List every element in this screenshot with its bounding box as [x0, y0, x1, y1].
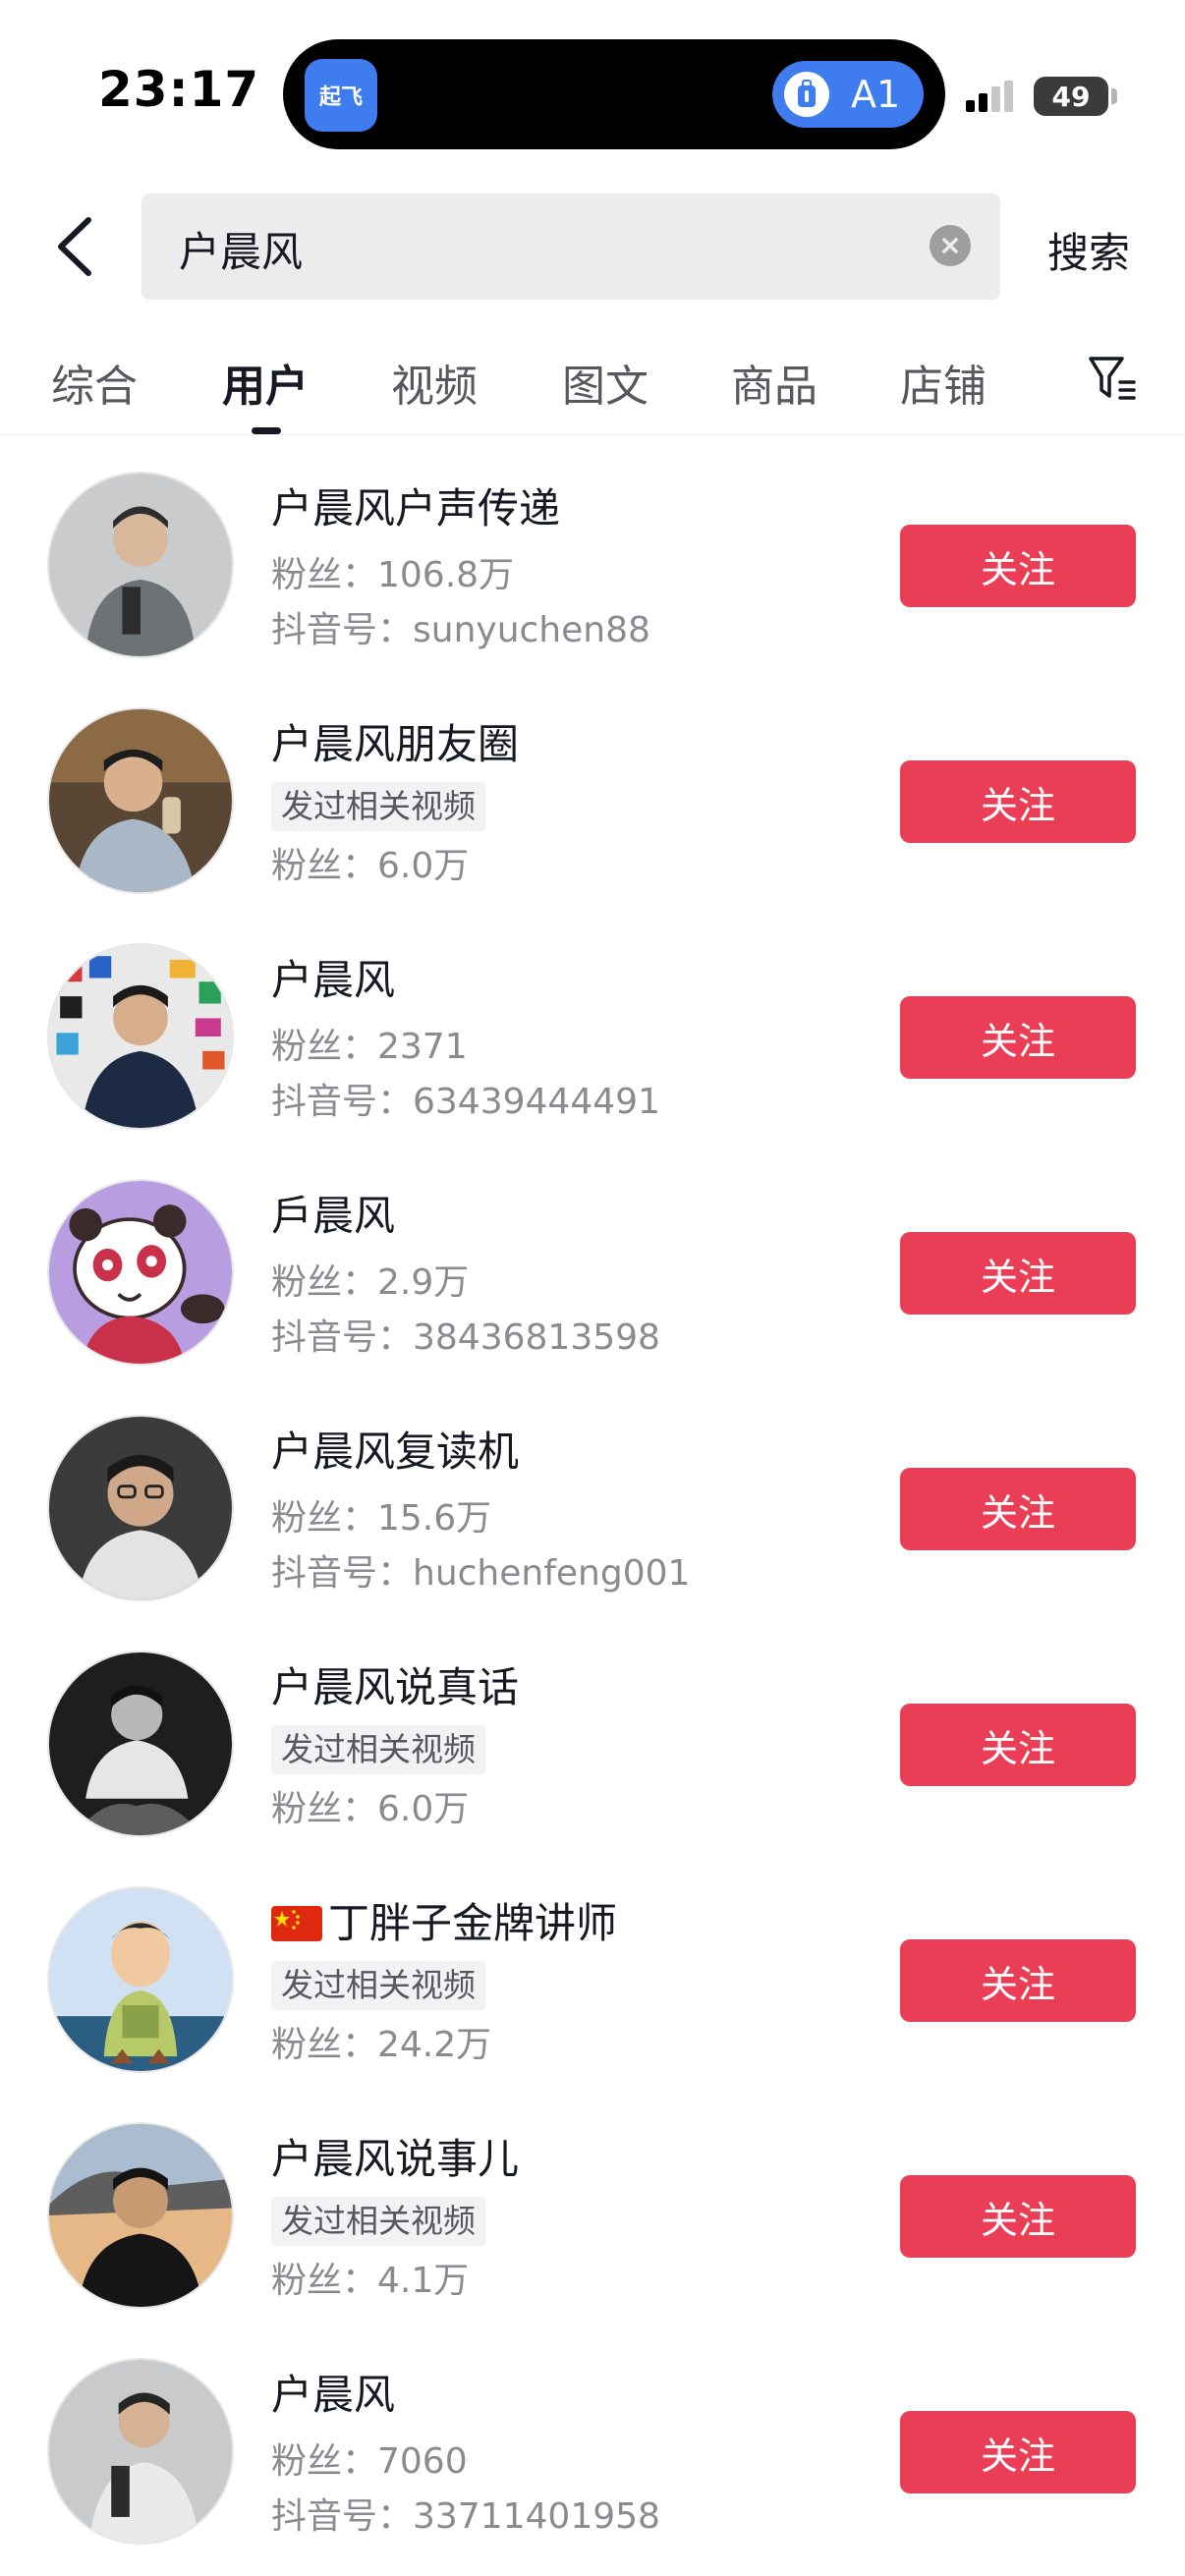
related-video-badge: 发过相关视频: [271, 2197, 485, 2246]
tabs-divider: [0, 434, 1185, 435]
user-douyin-id: 抖音号：sunyuchen88: [271, 610, 650, 650]
tab-videos[interactable]: 视频: [391, 351, 478, 414]
user-name: 户晨风朋友圈: [271, 720, 520, 768]
tab-image-text[interactable]: 图文: [562, 351, 649, 414]
search-query-text[interactable]: 户晨风: [179, 219, 303, 279]
status-bar: 23:17 起飞 A1 49: [0, 0, 1185, 187]
user-avatar[interactable]: [47, 472, 234, 658]
user-result-row[interactable]: 户晨风说事儿 发过相关视频 粉丝：4.1万 关注: [0, 2122, 1185, 2357]
tab-users[interactable]: 用户: [222, 351, 309, 414]
back-button[interactable]: [45, 202, 104, 291]
result-type-tabs: 综合 用户 视频 图文 商品 店铺: [0, 339, 1185, 437]
user-result-row[interactable]: 户晨风 粉丝：7060 抖音号：33711401958 关注: [0, 2358, 1185, 2576]
user-name: 户晨风复读机: [271, 1428, 520, 1476]
user-douyin-id: 抖音号：33711401958: [271, 2496, 660, 2537]
user-name: 户晨风: [271, 2371, 396, 2419]
battery-indicator: 49: [1034, 77, 1108, 116]
search-submit-button[interactable]: 搜索: [1047, 220, 1130, 280]
user-name: 户晨风: [271, 956, 396, 1004]
battery-cap: [1111, 88, 1117, 104]
user-fans-count: 粉丝：6.0万: [271, 846, 470, 886]
user-fans-count: 粉丝：15.6万: [271, 1498, 492, 1539]
user-name: 户晨风户声传递: [271, 484, 561, 532]
filter-icon[interactable]: [1087, 353, 1138, 404]
user-fans-count: 粉丝：4.1万: [271, 2261, 470, 2301]
island-activity-pill[interactable]: A1: [772, 61, 924, 128]
status-time: 23:17: [98, 61, 260, 118]
user-result-row[interactable]: 戶晨风 粉丝：2.9万 抖音号：38436813598 关注: [0, 1179, 1185, 1414]
follow-button[interactable]: 关注: [900, 1939, 1136, 2022]
user-fans-count: 粉丝：2371: [271, 1027, 468, 1067]
cellular-signal-icon: [966, 81, 1015, 112]
user-result-row[interactable]: 户晨风 粉丝：2371 抖音号：63439444491 关注: [0, 943, 1185, 1178]
user-avatar[interactable]: [47, 943, 234, 1130]
user-fans-count: 粉丝：24.2万: [271, 2025, 492, 2065]
follow-button[interactable]: 关注: [900, 1468, 1136, 1550]
user-result-row[interactable]: 丁胖子金牌讲师 发过相关视频 粉丝：24.2万 关注: [0, 1886, 1185, 2121]
user-avatar[interactable]: [47, 707, 234, 894]
user-name: 丁胖子金牌讲师: [271, 1890, 617, 1950]
user-result-row[interactable]: 户晨风户声传递 粉丝：106.8万 抖音号：sunyuchen88 关注: [0, 472, 1185, 706]
user-fans-count: 粉丝：7060: [271, 2441, 468, 2482]
user-douyin-id: 抖音号：huchenfeng001: [271, 1553, 691, 1594]
user-douyin-id: 抖音号：63439444491: [271, 1082, 660, 1122]
follow-button[interactable]: 关注: [900, 1704, 1136, 1786]
user-avatar[interactable]: [47, 1179, 234, 1366]
related-video-badge: 发过相关视频: [271, 782, 485, 831]
active-tab-indicator: [252, 427, 281, 434]
user-fans-count: 粉丝：6.0万: [271, 1789, 470, 1829]
island-app-icon[interactable]: 起飞: [305, 59, 377, 132]
chevron-left-icon: [58, 217, 91, 276]
follow-button[interactable]: 关注: [900, 996, 1136, 1079]
follow-button[interactable]: 关注: [900, 2411, 1136, 2493]
tab-products[interactable]: 商品: [731, 351, 818, 414]
user-fans-count: 粉丝：106.8万: [271, 555, 515, 595]
user-avatar[interactable]: [47, 2358, 234, 2545]
user-avatar[interactable]: [47, 1651, 234, 1837]
user-result-row[interactable]: 户晨风复读机 粉丝：15.6万 抖音号：huchenfeng001 关注: [0, 1415, 1185, 1650]
user-douyin-id: 抖音号：38436813598: [271, 1317, 660, 1358]
follow-button[interactable]: 关注: [900, 1232, 1136, 1315]
user-name: 戶晨风: [271, 1192, 396, 1240]
user-name: 户晨风说真话: [271, 1663, 520, 1711]
user-avatar[interactable]: [47, 1886, 234, 2073]
tab-stores[interactable]: 店铺: [900, 351, 987, 414]
luggage-icon: [784, 72, 829, 117]
related-video-badge: 发过相关视频: [271, 1725, 485, 1774]
follow-button[interactable]: 关注: [900, 525, 1136, 607]
dynamic-island[interactable]: 起飞 A1: [283, 39, 945, 149]
search-input[interactable]: 户晨风: [141, 194, 1000, 300]
user-name: 户晨风说事儿: [271, 2135, 520, 2183]
island-pill-text: A1: [851, 73, 901, 116]
related-video-badge: 发过相关视频: [271, 1961, 485, 2010]
user-result-row[interactable]: 户晨风说真话 发过相关视频 粉丝：6.0万 关注: [0, 1651, 1185, 1885]
clear-search-icon[interactable]: [930, 225, 971, 266]
user-name-text: 丁胖子金牌讲师: [328, 1899, 618, 1947]
tab-comprehensive[interactable]: 综合: [51, 351, 138, 414]
follow-button[interactable]: 关注: [900, 760, 1136, 843]
user-fans-count: 粉丝：2.9万: [271, 1262, 470, 1303]
follow-button[interactable]: 关注: [900, 2175, 1136, 2258]
user-result-row[interactable]: 户晨风朋友圈 发过相关视频 粉丝：6.0万 关注: [0, 707, 1185, 942]
user-avatar[interactable]: [47, 1415, 234, 1601]
china-flag-icon: [271, 1906, 322, 1941]
user-avatar[interactable]: [47, 2122, 234, 2309]
